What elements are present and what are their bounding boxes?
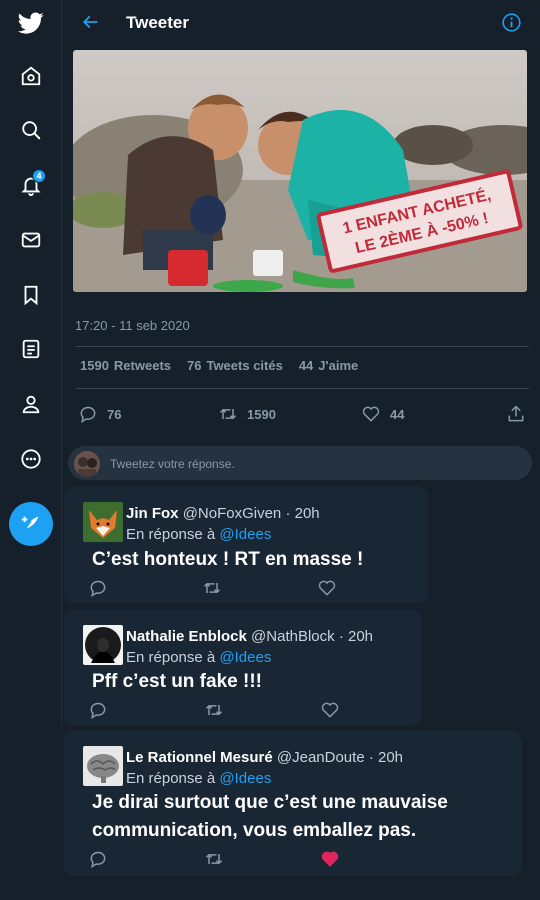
reply-author[interactable]: Le Rationnel Mesuré @JeanDoute · 20h xyxy=(126,749,403,766)
reply-text-line-1: Je dirai surtout que c’est une mauvaise xyxy=(92,792,448,813)
reply-card[interactable]: Le Rationnel Mesuré @JeanDoute · 20h En … xyxy=(64,731,522,876)
retweet-icon xyxy=(219,408,237,420)
divider xyxy=(75,388,529,389)
lists-icon[interactable] xyxy=(18,336,44,362)
author-handle: @JeanDoute xyxy=(276,749,365,766)
reply-text: C’est honteux ! RT en masse ! xyxy=(92,549,364,570)
divider xyxy=(75,346,529,347)
avatar-hooded[interactable] xyxy=(83,625,123,665)
reply-author[interactable]: Nathalie Enblock @NathBlock · 20h xyxy=(126,628,373,645)
quotes-label[interactable]: Tweets cités xyxy=(206,358,282,373)
reply-icon[interactable] xyxy=(88,849,108,869)
in-reply-prefix: En réponse à xyxy=(126,770,216,787)
reply-count: 76 xyxy=(107,406,122,422)
twitter-logo-icon[interactable] xyxy=(18,10,44,36)
search-icon[interactable] xyxy=(18,117,44,143)
reply-icon[interactable] xyxy=(88,578,108,598)
likes-label[interactable]: J'aime xyxy=(318,358,358,373)
mention-link[interactable]: @Idees xyxy=(219,649,271,666)
reply-button[interactable]: 76 xyxy=(78,404,121,424)
notifications-bell-icon[interactable]: 4 xyxy=(18,169,46,198)
retweet-icon[interactable] xyxy=(202,578,222,598)
reply-icon[interactable] xyxy=(88,700,108,720)
reply-author[interactable]: Jin Fox @NoFoxGiven · 20h xyxy=(126,505,320,522)
retweet-count: 1590 xyxy=(247,406,276,422)
messages-envelope-icon[interactable] xyxy=(18,227,44,253)
heart-icon xyxy=(362,406,380,422)
more-options-icon[interactable] xyxy=(18,446,44,472)
heart-liked-icon[interactable] xyxy=(320,849,340,869)
author-name: Jin Fox xyxy=(126,505,179,522)
back-arrow-icon[interactable] xyxy=(80,12,100,37)
in-reply-to: En réponse à @Idees xyxy=(126,770,271,787)
compose-quill-icon xyxy=(21,516,39,532)
children-playing-photo: 1 ENFANT ACHETÉ, LE 2ÈME À -50% ! xyxy=(73,50,527,292)
avatar-fox[interactable] xyxy=(83,502,123,542)
reply-input[interactable]: Tweetez votre réponse. xyxy=(68,446,532,480)
reply-text: Pff c’est un fake !!! xyxy=(92,671,262,692)
home-icon[interactable] xyxy=(18,63,44,89)
author-handle: @NathBlock xyxy=(251,628,335,645)
notification-badge: 4 xyxy=(32,169,46,183)
author-handle: @NoFoxGiven xyxy=(182,505,282,522)
reply-icon xyxy=(80,406,96,424)
compose-tweet-button[interactable] xyxy=(9,502,53,546)
profile-icon[interactable] xyxy=(18,391,44,417)
in-reply-to: En réponse à @Idees xyxy=(126,526,271,543)
share-button[interactable] xyxy=(506,404,526,424)
retweets-count[interactable]: 1590 xyxy=(80,358,109,373)
in-reply-prefix: En réponse à xyxy=(126,526,216,543)
reply-card[interactable]: Nathalie Enblock @NathBlock · 20h En rép… xyxy=(64,610,422,725)
user-avatar xyxy=(74,451,100,477)
likes-count[interactable]: 44 xyxy=(299,358,313,373)
sidebar: 4 xyxy=(0,0,62,725)
retweet-icon[interactable] xyxy=(204,849,224,869)
tweet-stats: 1590 Retweets 76 Tweets cités 44 J'aime xyxy=(80,358,374,373)
tweet-photo[interactable]: 1 ENFANT ACHETÉ, LE 2ÈME À -50% ! xyxy=(73,50,527,292)
info-icon[interactable] xyxy=(501,12,522,38)
reply-card[interactable]: Jin Fox @NoFoxGiven · 20h En réponse à @… xyxy=(64,487,428,603)
quotes-count[interactable]: 76 xyxy=(187,358,201,373)
retweet-icon[interactable] xyxy=(204,700,224,720)
mention-link[interactable]: @Idees xyxy=(219,526,271,543)
retweets-label[interactable]: Retweets xyxy=(114,358,171,373)
heart-icon[interactable] xyxy=(320,700,340,720)
reply-text: Je dirai surtout que c’est une mauvaise … xyxy=(92,789,448,845)
in-reply-to: En réponse à @Idees xyxy=(126,649,271,666)
reply-time: · 20h xyxy=(368,749,404,766)
avatar-brain[interactable] xyxy=(83,746,123,786)
in-reply-prefix: En réponse à xyxy=(126,649,216,666)
retweet-button[interactable]: 1590 xyxy=(218,404,276,424)
author-name: Le Rationnel Mesuré xyxy=(126,749,273,766)
author-name: Nathalie Enblock xyxy=(126,628,247,645)
tweet-actions: 76 1590 44 xyxy=(78,404,528,428)
reply-text-line-2: communication, vous emballez pas. xyxy=(92,820,417,841)
share-icon xyxy=(508,405,524,422)
header: Tweeter xyxy=(62,0,540,46)
like-count: 44 xyxy=(390,406,405,422)
reply-time: · 20h xyxy=(338,628,374,645)
reply-time: · 20h xyxy=(285,505,320,522)
mention-link[interactable]: @Idees xyxy=(219,770,271,787)
reply-placeholder: Tweetez votre réponse. xyxy=(110,457,235,471)
bookmark-icon[interactable] xyxy=(18,282,44,308)
heart-icon[interactable] xyxy=(317,578,337,598)
page-title: Tweeter xyxy=(126,13,189,32)
like-button[interactable]: 44 xyxy=(361,404,404,424)
tweet-timestamp[interactable]: 17:20 - 11 seb 2020 xyxy=(75,318,190,333)
